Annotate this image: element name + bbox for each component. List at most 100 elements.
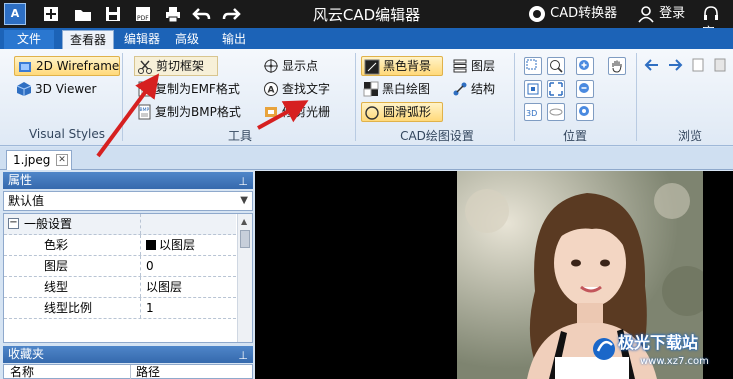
redo-icon[interactable] xyxy=(220,3,242,25)
zoom-3d-icon[interactable]: 3D xyxy=(524,103,542,121)
property-row[interactable]: 线型比例 1 xyxy=(4,298,236,319)
chevron-down-icon: ▼ xyxy=(240,195,248,206)
svg-text:A: A xyxy=(268,86,275,96)
properties-select-value: 默认值 xyxy=(8,194,45,208)
properties-object-select[interactable]: 默认值 ▼ xyxy=(3,191,253,211)
viewer-3d-button[interactable]: 3D Viewer xyxy=(14,79,100,99)
document-tab-strip: 1.jpeg ✕ xyxy=(0,147,733,170)
layers-button[interactable]: 图层 xyxy=(450,56,499,76)
pan-hand-icon[interactable] xyxy=(608,57,626,75)
find-text-button[interactable]: A 查找文字 xyxy=(261,79,334,99)
save-pdf-icon[interactable]: PDF xyxy=(132,3,154,25)
tab-output[interactable]: 输出 xyxy=(218,30,250,49)
show-points-button[interactable]: 显示点 xyxy=(261,56,322,76)
save-icon[interactable] xyxy=(102,3,124,25)
document-tab[interactable]: 1.jpeg ✕ xyxy=(6,150,72,170)
tab-viewer[interactable]: 查看器 xyxy=(62,30,114,49)
login-button[interactable]: 登录 xyxy=(637,4,685,24)
copy-emf-button[interactable]: EMF 复制为EMF格式 xyxy=(134,79,244,99)
group-separator xyxy=(355,53,356,141)
undo-icon[interactable] xyxy=(191,3,213,25)
zoom-out-icon[interactable] xyxy=(576,80,594,98)
login-label: 登录 xyxy=(659,6,686,21)
group-separator xyxy=(514,53,515,141)
group-label-cad-settings: CAD绘图设置 xyxy=(400,129,474,143)
property-grid: − 一般设置 色彩 以图层 图层 0 线型 以图层 线型比例 1 ▲ xyxy=(3,213,253,343)
pin-icon[interactable]: ⊥ xyxy=(238,173,248,190)
tab-editor[interactable]: 编辑器 xyxy=(120,30,164,49)
watermark-text: 极光下载站 xyxy=(618,333,699,352)
wireframe-icon xyxy=(19,62,31,72)
customer-service-button[interactable]: 客 xyxy=(702,4,733,41)
forward-arrow-icon[interactable] xyxy=(667,57,685,75)
favorites-col-path[interactable]: 路径 xyxy=(136,365,160,379)
smooth-arc-toggle[interactable]: 圆滑弧形 xyxy=(361,102,443,122)
property-key: 图层 xyxy=(4,256,141,276)
property-row[interactable]: 线型 以图层 xyxy=(4,277,236,298)
zoom-in-rect-icon[interactable] xyxy=(547,57,565,75)
fit-extents-icon[interactable] xyxy=(524,80,542,98)
converter-icon xyxy=(529,5,545,22)
property-category-row[interactable]: − 一般设置 xyxy=(4,214,236,235)
fit-window-icon[interactable] xyxy=(547,80,565,98)
property-value[interactable]: 以图层 xyxy=(142,277,182,297)
svg-text:EMF: EMF xyxy=(140,84,150,90)
favorites-col-name[interactable]: 名称 xyxy=(10,365,34,379)
cad-converter-button[interactable]: CAD转换器 xyxy=(528,4,617,24)
property-key: 一般设置 xyxy=(4,214,141,234)
property-key: 线型 xyxy=(4,277,141,297)
tab-advanced[interactable]: 高级 xyxy=(171,30,203,49)
properties-title: 属性 xyxy=(8,173,33,187)
smooth-arc-icon xyxy=(365,106,379,120)
group-label-tools: 工具 xyxy=(227,129,252,143)
browse-refresh-icon[interactable] xyxy=(712,57,730,75)
property-row[interactable]: 图层 0 xyxy=(4,256,236,277)
emf-file-icon: EMF xyxy=(138,81,151,97)
zoom-real-icon[interactable] xyxy=(576,103,594,121)
clip-frame-button[interactable]: 剪切框架 xyxy=(134,56,218,76)
property-value[interactable]: 1 xyxy=(142,298,154,318)
color-swatch xyxy=(146,240,156,250)
property-value[interactable]: 0 xyxy=(142,256,154,276)
orbit-icon[interactable] xyxy=(547,103,565,121)
favorites-title: 收藏夹 xyxy=(8,347,45,361)
black-white-draw-toggle[interactable]: 黑白绘图 xyxy=(361,79,434,99)
scissors-icon xyxy=(138,60,152,74)
zoom-window-icon[interactable] xyxy=(524,57,542,75)
group-label-browse: 浏览 xyxy=(677,129,702,143)
back-arrow-icon[interactable] xyxy=(644,57,662,75)
pin-icon[interactable]: ⊥ xyxy=(238,347,248,364)
structure-button[interactable]: 结构 xyxy=(450,79,499,99)
structure-icon xyxy=(453,82,467,96)
properties-panel-header: 属性 ⊥ xyxy=(3,172,253,189)
open-folder-icon[interactable] xyxy=(72,3,94,25)
svg-text:PDF: PDF xyxy=(137,15,149,22)
trim-raster-button[interactable]: 修剪光栅 xyxy=(261,102,334,122)
scrollbar-thumb[interactable] xyxy=(240,230,250,248)
property-value-color[interactable]: 以图层 xyxy=(142,235,195,255)
group-label-position: 位置 xyxy=(562,129,587,143)
title-bar: A PDF 风云CAD编辑器 CAD转换器 登录 客 xyxy=(0,0,733,41)
copy-bmp-button[interactable]: BMP 复制为BMP格式 xyxy=(134,102,245,122)
trim-raster-icon xyxy=(265,107,277,117)
close-icon[interactable]: ✕ xyxy=(56,154,68,166)
black-background-toggle[interactable]: 黑色背景 xyxy=(361,56,443,76)
property-row[interactable]: 色彩 以图层 xyxy=(4,235,236,256)
print-icon[interactable] xyxy=(162,3,184,25)
tab-file[interactable]: 文件 xyxy=(4,30,54,49)
cad-converter-label: CAD转换器 xyxy=(550,6,618,21)
property-key: 色彩 xyxy=(4,235,141,255)
property-grid-scrollbar[interactable]: ▲ xyxy=(237,214,252,342)
wireframe-2d-button[interactable]: 2D Wireframe xyxy=(14,56,120,76)
group-separator xyxy=(636,53,637,141)
favorites-table: 名称 路径 xyxy=(3,364,253,379)
zoom-in-icon[interactable] xyxy=(576,57,594,75)
user-icon xyxy=(638,5,654,23)
new-file-icon[interactable] xyxy=(40,3,62,25)
svg-text:BMP: BMP xyxy=(140,107,150,113)
watermark-url: www.xz7.com xyxy=(640,356,709,367)
browse-page-icon[interactable] xyxy=(690,57,708,75)
column-divider xyxy=(130,365,131,379)
group-separator xyxy=(122,53,123,141)
scroll-up-icon[interactable]: ▲ xyxy=(241,217,247,226)
